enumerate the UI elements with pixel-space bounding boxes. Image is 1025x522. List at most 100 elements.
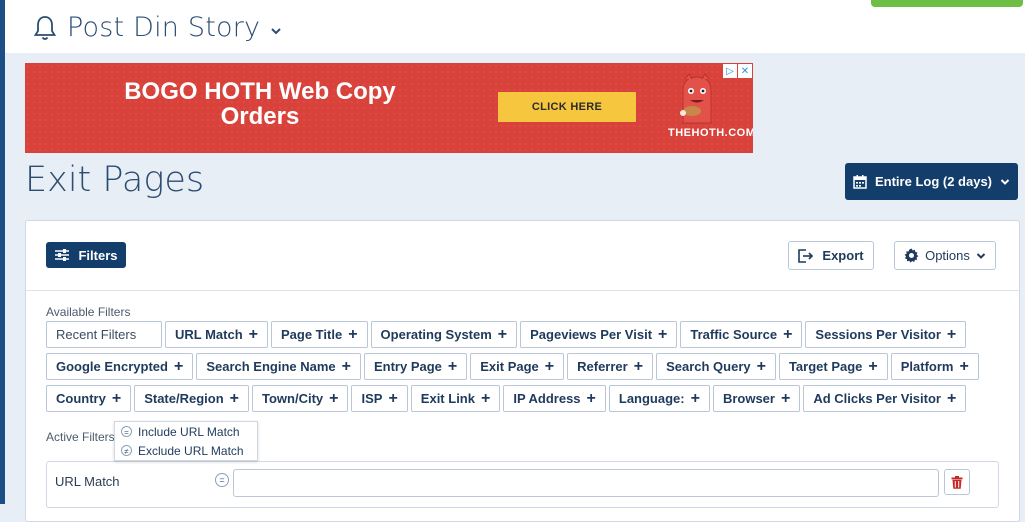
ad-banner[interactable]: BOGO HOTH Web Copy Orders CLICK HERE THE… <box>25 63 753 153</box>
top-right-green-button[interactable] <box>871 0 1023 7</box>
plus-icon: + <box>480 389 491 407</box>
match-option-exclude[interactable]: ≠ Exclude URL Match <box>115 441 257 460</box>
filter-chip-label: State/Region <box>144 391 224 406</box>
plus-icon: + <box>248 325 258 343</box>
ad-choices[interactable]: ▷ ✕ <box>723 64 752 78</box>
filter-chip-exit-page[interactable]: Exit Page + <box>470 353 565 380</box>
filter-chip-state-region[interactable]: State/Region + <box>134 385 249 412</box>
plus-icon: + <box>173 357 184 375</box>
match-option-label: Exclude URL Match <box>138 443 244 458</box>
ad-brand-logo: THEHOTH.COM <box>668 127 753 139</box>
filter-chip-label: Pageviews Per Visit <box>530 327 653 342</box>
plus-icon: + <box>586 389 596 407</box>
filter-chip-pageviews-per-visit[interactable]: Pageviews Per Visit + <box>520 321 678 348</box>
bell-icon <box>33 15 57 40</box>
match-option-include[interactable]: = Include URL Match <box>115 422 257 441</box>
ad-info-icon[interactable]: ▷ <box>723 64 737 78</box>
filter-chip-search-engine-name[interactable]: Search Engine Name + <box>196 353 361 380</box>
recent-filters-label: Recent Filters <box>56 327 137 342</box>
filter-chip-label: Search Engine Name <box>206 359 336 374</box>
filter-chip-country[interactable]: Country + <box>46 385 132 412</box>
filter-chip-label: Browser <box>722 391 775 406</box>
export-button[interactable]: Export <box>788 241 874 270</box>
filter-chip-label: IP Address <box>513 391 581 406</box>
filter-chip-label: Town/City <box>262 391 324 406</box>
plus-icon: + <box>658 325 668 343</box>
plus-icon: + <box>447 357 458 375</box>
match-type-menu: = Include URL Match ≠ Exclude URL Match <box>114 421 258 461</box>
url-match-input[interactable] <box>233 469 939 497</box>
ad-cta-button[interactable]: CLICK HERE <box>498 92 636 122</box>
gear-icon <box>904 248 919 263</box>
chevron-down-icon <box>976 252 986 259</box>
ad-mascot-image <box>680 73 712 124</box>
filter-chip-ad-clicks-per-visitor[interactable]: Ad Clicks Per Visitor + <box>803 385 967 412</box>
filter-chip-url-match[interactable]: URL Match + <box>165 321 268 348</box>
plus-icon: + <box>497 325 508 343</box>
filter-chip-entry-page[interactable]: Entry Page + <box>363 353 468 380</box>
match-operator-toggle[interactable]: = <box>215 473 229 487</box>
delete-filter-button[interactable] <box>944 469 970 495</box>
filter-chip-sessions-per-visitor[interactable]: Sessions Per Visitor + <box>805 321 967 348</box>
plus-icon: + <box>229 389 239 407</box>
filter-chip-isp[interactable]: ISP + <box>351 385 408 412</box>
filter-chip-target-page[interactable]: Target Page + <box>778 353 888 380</box>
filter-chip-label: Sessions Per Visitor <box>815 327 941 342</box>
export-icon <box>798 248 814 263</box>
filter-chip-label: Operating System <box>380 327 492 342</box>
active-filter-name: URL Match <box>55 474 120 489</box>
filter-chip-label: URL Match <box>175 327 243 342</box>
recent-filters-chip[interactable]: Recent Filters <box>46 321 162 348</box>
filter-chip-label: Ad Clicks Per Visitor <box>813 391 941 406</box>
date-range-button[interactable]: Entire Log (2 days) <box>845 163 1018 200</box>
chevron-down-icon <box>271 27 281 34</box>
plus-icon: + <box>348 325 358 343</box>
filter-chip-exit-link[interactable]: Exit Link + <box>410 385 501 412</box>
filter-chip-referrer[interactable]: Referrer + <box>567 353 654 380</box>
trash-icon <box>951 475 963 489</box>
plus-icon: + <box>690 389 700 407</box>
filter-chip-label: Referrer <box>577 359 628 374</box>
options-button[interactable]: Options <box>894 241 996 270</box>
available-filters-label: Available Filters <box>46 305 131 319</box>
filters-toggle-button[interactable]: Filters <box>46 242 126 268</box>
filter-chip-row-1: Recent Filters URL Match + Page Title + Op… <box>46 321 967 348</box>
filters-panel: Filters Export Options Available Filters… <box>25 220 1020 522</box>
page-title: Exit Pages <box>25 160 205 200</box>
filter-chip-browser[interactable]: Browser + <box>712 385 801 412</box>
filter-chip-label: Search Query <box>666 359 751 374</box>
plus-icon: + <box>946 389 957 407</box>
filter-chip-label: Exit Link <box>420 391 475 406</box>
site-selector[interactable]: Post Din Story <box>33 12 282 43</box>
plus-icon: + <box>329 389 339 407</box>
filter-chip-platform[interactable]: Platform + <box>890 353 979 380</box>
filter-chip-ip-address[interactable]: IP Address + <box>503 385 606 412</box>
filter-chip-label: Country <box>56 391 106 406</box>
site-title: Post Din Story <box>67 12 261 43</box>
filter-chip-page-title[interactable]: Page Title + <box>271 321 368 348</box>
filter-chip-search-query[interactable]: Search Query + <box>656 353 776 380</box>
filter-chip-google-encrypted[interactable]: Google Encrypted + <box>46 353 194 380</box>
plus-icon: + <box>633 357 644 375</box>
filter-chip-language[interactable]: Language: + <box>608 385 710 412</box>
filter-chip-row-2: Google Encrypted + Search Engine Name + En… <box>46 353 979 380</box>
sliders-icon <box>55 249 70 261</box>
filter-chip-label: Platform <box>900 359 954 374</box>
plus-icon: + <box>946 325 957 343</box>
calendar-icon <box>853 174 867 189</box>
not-equals-icon: ≠ <box>121 445 132 456</box>
filter-chip-town-city[interactable]: Town/City + <box>252 385 349 412</box>
plus-icon: + <box>756 357 766 375</box>
equals-icon: = <box>121 426 132 437</box>
chevron-down-icon <box>1000 178 1010 185</box>
filter-chip-row-3: Country + State/Region + Town/City + ISP + E… <box>46 385 967 412</box>
filter-chip-label: Page Title <box>281 327 343 342</box>
filter-chip-traffic-source[interactable]: Traffic Source + <box>680 321 803 348</box>
plus-icon: + <box>388 389 398 407</box>
ad-close-icon[interactable]: ✕ <box>738 64 752 78</box>
ad-headline: BOGO HOTH Web Copy Orders <box>124 78 396 130</box>
plus-icon: + <box>544 357 555 375</box>
panel-divider <box>26 290 1019 291</box>
top-bar: Post Din Story <box>5 0 1025 53</box>
filter-chip-operating-system[interactable]: Operating System + <box>370 321 518 348</box>
